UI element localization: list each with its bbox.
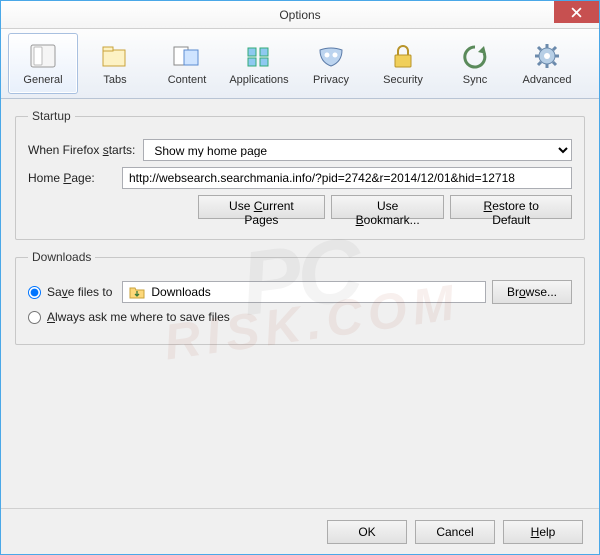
startup-group: Startup When Firefox starts: Show my hom… [15, 109, 585, 240]
always-ask-radio[interactable] [28, 311, 41, 324]
tab-sync[interactable]: Sync [440, 33, 510, 94]
options-window: Options General Tabs Content Application… [0, 0, 600, 555]
tab-content[interactable]: Content [152, 33, 222, 94]
when-firefox-starts-label: When Firefox starts: [28, 143, 135, 157]
save-files-to-label: Save files to [47, 285, 112, 299]
dialog-footer: OK Cancel Help [1, 508, 599, 554]
always-ask-label: Always ask me where to save files [47, 310, 230, 324]
use-bookmark-button[interactable]: Use Bookmark... [331, 195, 445, 219]
use-current-pages-button[interactable]: Use Current Pages [198, 195, 325, 219]
download-path-text: Downloads [151, 285, 210, 299]
lock-icon [387, 42, 419, 70]
content-icon [171, 42, 203, 70]
tab-tabs[interactable]: Tabs [80, 33, 150, 94]
cancel-button[interactable]: Cancel [415, 520, 495, 544]
tab-applications[interactable]: Applications [224, 33, 294, 94]
close-button[interactable] [554, 1, 599, 23]
titlebar: Options [1, 1, 599, 29]
help-button[interactable]: Help [503, 520, 583, 544]
close-icon [571, 7, 582, 18]
download-path-box: Downloads [122, 281, 486, 303]
restore-default-button[interactable]: Restore to Default [450, 195, 572, 219]
browse-button[interactable]: Browse... [492, 280, 572, 304]
when-firefox-starts-select[interactable]: Show my home page [143, 139, 572, 161]
home-page-input[interactable] [122, 167, 572, 189]
tab-advanced[interactable]: Advanced [512, 33, 582, 94]
startup-legend: Startup [28, 109, 75, 123]
home-page-label: Home Page: [28, 171, 114, 185]
downloads-legend: Downloads [28, 250, 95, 264]
sync-icon [459, 42, 491, 70]
tab-general[interactable]: General [8, 33, 78, 94]
switch-icon [27, 42, 59, 70]
category-toolbar: General Tabs Content Applications Privac… [1, 29, 599, 99]
save-files-to-radio[interactable] [28, 286, 41, 299]
folder-icon [129, 285, 145, 299]
gear-icon [531, 42, 563, 70]
window-title: Options [279, 8, 320, 22]
applications-icon [243, 42, 275, 70]
ok-button[interactable]: OK [327, 520, 407, 544]
tab-privacy[interactable]: Privacy [296, 33, 366, 94]
content-area: Startup When Firefox starts: Show my hom… [1, 99, 599, 508]
downloads-group: Downloads Save files to Downloads Browse… [15, 250, 585, 345]
tab-security[interactable]: Security [368, 33, 438, 94]
folder-tabs-icon [99, 42, 131, 70]
mask-icon [315, 42, 347, 70]
